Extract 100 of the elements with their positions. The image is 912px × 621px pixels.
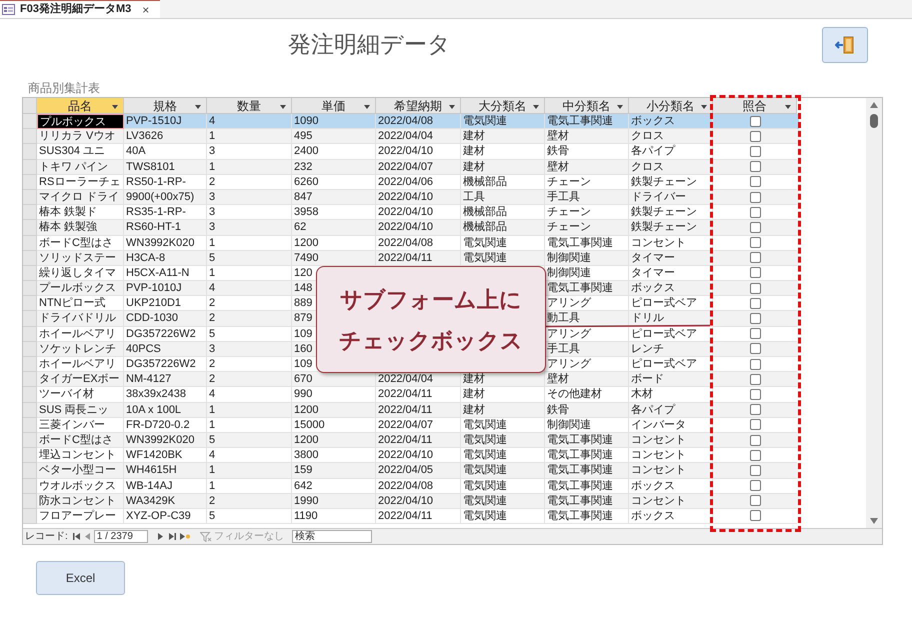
table-cell: ベター小型コー xyxy=(39,464,116,476)
table-cell: ピロー式ベア xyxy=(631,297,697,310)
table-cell: XYZ-OP-C39 xyxy=(126,510,191,522)
table-cell: 3958 xyxy=(294,206,318,218)
table-cell: 鉄骨 xyxy=(547,404,569,416)
table-cell: 電気関連 xyxy=(463,115,507,127)
table-cell: タイマー xyxy=(631,266,675,279)
table-cell: 120 xyxy=(294,266,312,279)
table-cell: チェーン xyxy=(547,176,591,188)
table-cell: その他建材 xyxy=(547,388,602,400)
table-cell: ボックス xyxy=(631,480,675,492)
table-cell: 1 xyxy=(209,266,216,279)
table-cell: 6260 xyxy=(294,176,318,188)
table-cell: 109 xyxy=(294,328,312,340)
table-cell: ピロー式ベア xyxy=(631,328,697,340)
table-cell: 2022/04/10 xyxy=(378,221,434,234)
table-cell: ウオルボックス xyxy=(39,480,116,492)
table-cell: タイガーEXボー xyxy=(39,373,120,386)
table-cell: 160 xyxy=(294,342,312,355)
tab-title: F03発注明細データM3 xyxy=(20,2,132,18)
table-cell: 電気工事関連 xyxy=(547,494,613,507)
table-cell: 2022/04/11 xyxy=(378,252,432,264)
table-cell: リリカラ Vウオ xyxy=(39,130,116,142)
record-label: レコード: xyxy=(25,530,68,544)
table-cell: インバータ xyxy=(631,418,686,431)
table-cell: 2022/04/08 xyxy=(378,115,434,127)
table-cell: RS60-HT-1 xyxy=(126,221,182,234)
table-cell: 879 xyxy=(294,312,312,324)
table-cell: 62 xyxy=(294,221,306,234)
subform-label: 商品別集計表 xyxy=(28,80,101,97)
table-cell: ドライバドリル xyxy=(39,312,116,324)
table-cell: H5CX-A11-N xyxy=(126,266,190,279)
table-cell: SUS304 ユニ xyxy=(39,145,106,158)
table-cell: 電気関連 xyxy=(463,510,507,522)
table-cell: 電気工事関連 xyxy=(547,480,613,492)
table-cell: 手工具 xyxy=(547,342,580,355)
table-cell: 建材 xyxy=(463,160,485,173)
table-cell: WN3992K020 xyxy=(126,236,194,248)
table-cell: WF1420BK xyxy=(126,449,182,462)
table-cell: ボードC型はさ xyxy=(39,236,113,248)
table-cell: 159 xyxy=(294,464,312,476)
table-cell: 990 xyxy=(294,388,312,400)
table-cell: 鉄製チェーン xyxy=(631,221,697,234)
table-cell: クロス xyxy=(631,160,664,173)
table-cell: プールボックス xyxy=(39,282,116,294)
table-cell: 電気関連 xyxy=(463,434,507,446)
table-cell: ピロー式ベア xyxy=(631,358,697,370)
table-cell: レンチ xyxy=(631,342,664,355)
table-cell: タイマー xyxy=(631,252,675,264)
table-cell: RSローラーチェ xyxy=(39,176,120,188)
table-cell: 電気関連 xyxy=(463,252,507,264)
table-cell: 2022/04/11 xyxy=(378,434,432,446)
table-cell: 各パイプ xyxy=(631,145,675,158)
table-cell: NM-4127 xyxy=(126,373,172,386)
table-cell: コンセント xyxy=(631,434,686,446)
table-cell: 3 xyxy=(209,342,216,355)
table-cell: 電気関連 xyxy=(463,236,507,248)
table-cell: ソリッドステー xyxy=(39,252,116,264)
table-cell: 2022/04/10 xyxy=(378,494,434,507)
table-cell: 埋込コンセント xyxy=(39,449,116,462)
table-cell: 2022/04/07 xyxy=(378,418,434,431)
table-cell: 3 xyxy=(209,145,216,158)
table-cell: TWS8101 xyxy=(126,160,175,173)
table-cell: RS35-1-RP- xyxy=(126,206,186,218)
table-cell: ボックス xyxy=(631,115,675,127)
table-cell: 40A xyxy=(126,145,146,158)
table-cell: 機械部品 xyxy=(463,206,507,218)
table-cell: 2022/04/10 xyxy=(378,190,434,203)
table-cell: 2022/04/07 xyxy=(378,160,434,173)
table-cell: 889 xyxy=(294,297,312,310)
table-cell: 2022/04/06 xyxy=(378,176,434,188)
table-cell: 制御関連 xyxy=(547,418,591,431)
table-cell: 4 xyxy=(209,282,216,294)
table-cell: ホイールベアリ xyxy=(39,358,116,370)
table-cell: 1 xyxy=(209,130,216,142)
table-cell: 38x39x2438 xyxy=(126,388,186,400)
table-cell: 建材 xyxy=(463,130,485,142)
table-cell: チェーン xyxy=(547,206,591,218)
table-cell: 制御関連 xyxy=(547,266,591,279)
table-cell: 2 xyxy=(209,358,216,370)
table-cell: 109 xyxy=(294,358,312,370)
table-cell: 手工具 xyxy=(547,190,580,203)
table-cell: 847 xyxy=(294,190,312,203)
table-cell: 電気関連 xyxy=(463,480,507,492)
table-cell: 動工具 xyxy=(547,312,580,324)
table-cell: チェーン xyxy=(547,221,591,234)
table-cell: UKP210D1 xyxy=(126,297,182,310)
table-cell: 4 xyxy=(209,388,216,400)
form-heading: 発注明細データ xyxy=(288,30,451,57)
table-cell: PVP-1510J xyxy=(126,115,182,127)
table-cell: 15000 xyxy=(294,418,325,431)
table-cell: 防水コンセント xyxy=(39,494,116,507)
table-cell: 建材 xyxy=(463,404,485,416)
table-cell: WB-14AJ xyxy=(126,480,172,492)
table-cell: 1090 xyxy=(294,115,318,127)
table-cell: 232 xyxy=(294,160,312,173)
table-cell: 電気工事関連 xyxy=(547,434,613,446)
table-cell: ドリル xyxy=(631,312,664,324)
table-cell: 木材 xyxy=(631,388,653,400)
table-cell: 建材 xyxy=(463,388,485,400)
